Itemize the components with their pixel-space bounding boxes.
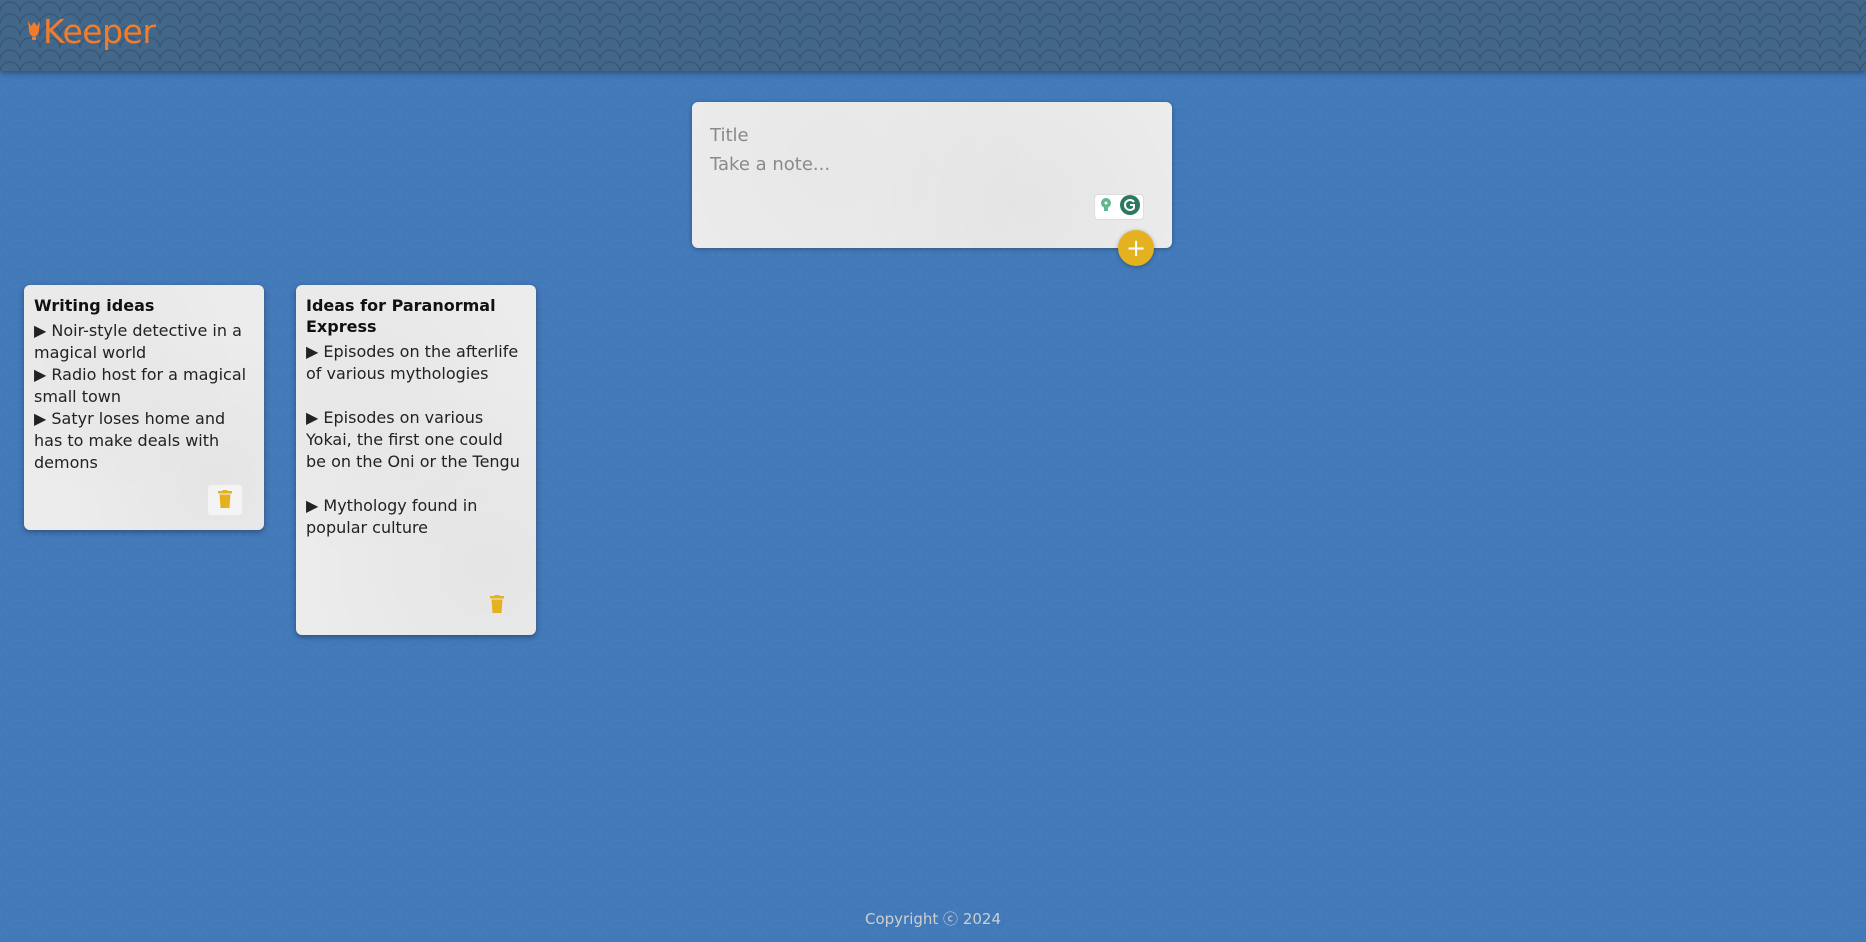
lightbulb-icon [26, 12, 43, 51]
delete-note-button[interactable] [480, 590, 514, 620]
note-card: Ideas for Paranormal Express ▶ Episodes … [296, 285, 536, 635]
grammarly-icon[interactable] [1119, 194, 1141, 220]
note-composer: + [692, 102, 1172, 266]
note-content: ▶ Episodes on the afterlife of various m… [306, 342, 520, 537]
copyright-text: Copyright ⓒ 2024 [864, 910, 1001, 928]
app-header: Keeper [0, 0, 1866, 71]
trash-icon[interactable] [490, 594, 504, 616]
add-note-button[interactable]: + [1118, 230, 1154, 266]
note-card: Writing ideas ▶ Noir-style detective in … [24, 285, 264, 530]
trash-icon[interactable] [218, 489, 232, 511]
extension-widget[interactable] [1094, 194, 1144, 220]
note-title: Writing ideas [34, 296, 155, 315]
logo-text: Keeper [43, 12, 156, 51]
page-footer: Copyright ⓒ 2024 [0, 908, 1866, 929]
note-title: Ideas for Paranormal Express [306, 296, 496, 336]
note-content-input[interactable] [710, 154, 1150, 180]
lightbulb-icon[interactable] [1097, 196, 1115, 218]
note-content: ▶ Noir-style detective in a magical worl… [34, 321, 247, 472]
delete-note-button[interactable] [208, 485, 242, 515]
app-logo: Keeper [26, 12, 156, 51]
note-title-input[interactable] [710, 122, 1150, 148]
